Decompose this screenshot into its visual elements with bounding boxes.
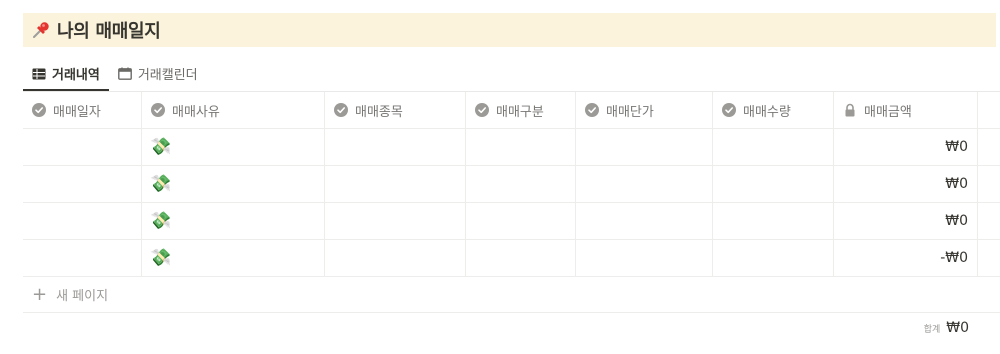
column-header-unit-price[interactable]: 매매단가 xyxy=(576,92,713,128)
column-header-trade-date[interactable]: 매매일자 xyxy=(23,92,142,128)
cell-quantity[interactable] xyxy=(713,129,834,165)
cell-trade-item[interactable] xyxy=(325,203,466,239)
cell-trade-type[interactable] xyxy=(466,166,576,202)
circle-check-icon xyxy=(722,103,736,117)
plus-icon: + xyxy=(32,283,48,305)
cell-trade-item[interactable] xyxy=(325,240,466,276)
column-header-trade-amount[interactable]: 매매금액 xyxy=(834,92,978,128)
cell-spacer xyxy=(978,240,1000,276)
cell-spacer xyxy=(978,129,1000,165)
cell-unit-price[interactable] xyxy=(576,129,713,165)
table-row[interactable]: 💸 ₩0 xyxy=(23,166,1000,203)
calendar-icon xyxy=(117,67,132,80)
circle-check-icon xyxy=(151,103,165,117)
cell-quantity[interactable] xyxy=(713,240,834,276)
tab-calendar[interactable]: 거래캘린더 xyxy=(109,56,207,91)
circle-check-icon xyxy=(32,103,46,117)
cell-trade-amount: ₩0 xyxy=(834,166,978,202)
view-tabs: 거래내역 거래캘린더 xyxy=(23,56,207,91)
cell-trade-date[interactable] xyxy=(23,240,142,276)
new-page-button[interactable]: + 새 페이지 xyxy=(23,277,1000,313)
column-header-spacer xyxy=(978,92,1000,128)
cell-quantity[interactable] xyxy=(713,203,834,239)
table-header: 매매일자 매매사유 매매종목 매매구분 매매단가 매매수량 매매금액 xyxy=(23,92,1000,129)
column-header-quantity[interactable]: 매매수량 xyxy=(713,92,834,128)
cell-unit-price[interactable] xyxy=(576,166,713,202)
cell-trade-type[interactable] xyxy=(466,203,576,239)
cell-trade-reason[interactable]: 💸 xyxy=(142,203,325,239)
table-row[interactable]: 💸 -₩0 xyxy=(23,240,1000,277)
cell-trade-type[interactable] xyxy=(466,129,576,165)
cell-trade-date[interactable] xyxy=(23,203,142,239)
pushpin-icon xyxy=(33,22,49,38)
cell-trade-amount: -₩0 xyxy=(834,240,978,276)
cell-trade-item[interactable] xyxy=(325,166,466,202)
tab-calendar-label: 거래캘린더 xyxy=(137,68,198,83)
tab-transactions[interactable]: 거래내역 xyxy=(23,56,109,91)
cell-trade-amount: ₩0 xyxy=(834,129,978,165)
column-header-trade-reason[interactable]: 매매사유 xyxy=(142,92,325,128)
cell-quantity[interactable] xyxy=(713,166,834,202)
cell-unit-price[interactable] xyxy=(576,203,713,239)
table-row[interactable]: 💸 ₩0 xyxy=(23,129,1000,166)
transactions-table: 매매일자 매매사유 매매종목 매매구분 매매단가 매매수량 매매금액 � xyxy=(23,92,1000,313)
money-with-wings-icon: 💸 xyxy=(150,137,172,157)
table-icon xyxy=(32,68,46,79)
new-page-label: 새 페이지 xyxy=(56,289,109,304)
cell-trade-date[interactable] xyxy=(23,129,142,165)
amount-summary[interactable]: 합계 ₩0 xyxy=(900,318,969,338)
table-row[interactable]: 💸 ₩0 xyxy=(23,203,1000,240)
cell-trade-item[interactable] xyxy=(325,129,466,165)
cell-trade-reason[interactable]: 💸 xyxy=(142,240,325,276)
page-title: 나의 매매일지 xyxy=(57,21,161,42)
cell-trade-amount: ₩0 xyxy=(834,203,978,239)
circle-check-icon xyxy=(585,103,599,117)
column-header-trade-type[interactable]: 매매구분 xyxy=(466,92,576,128)
cell-trade-date[interactable] xyxy=(23,166,142,202)
cell-spacer xyxy=(978,166,1000,202)
page-title-bar: 나의 매매일지 xyxy=(23,13,996,47)
cell-trade-reason[interactable]: 💸 xyxy=(142,129,325,165)
cell-trade-reason[interactable]: 💸 xyxy=(142,166,325,202)
summary-value: ₩0 xyxy=(946,320,969,336)
money-with-wings-icon: 💸 xyxy=(150,248,172,268)
circle-check-icon xyxy=(475,103,489,117)
tab-transactions-label: 거래내역 xyxy=(52,68,100,83)
circle-check-icon xyxy=(334,103,348,117)
money-with-wings-icon: 💸 xyxy=(150,174,172,194)
cell-spacer xyxy=(978,203,1000,239)
cell-trade-type[interactable] xyxy=(466,240,576,276)
cell-unit-price[interactable] xyxy=(576,240,713,276)
lock-icon xyxy=(845,103,855,117)
column-header-trade-item[interactable]: 매매종목 xyxy=(325,92,466,128)
money-with-wings-icon: 💸 xyxy=(150,211,172,231)
summary-label: 합계 xyxy=(923,324,941,335)
